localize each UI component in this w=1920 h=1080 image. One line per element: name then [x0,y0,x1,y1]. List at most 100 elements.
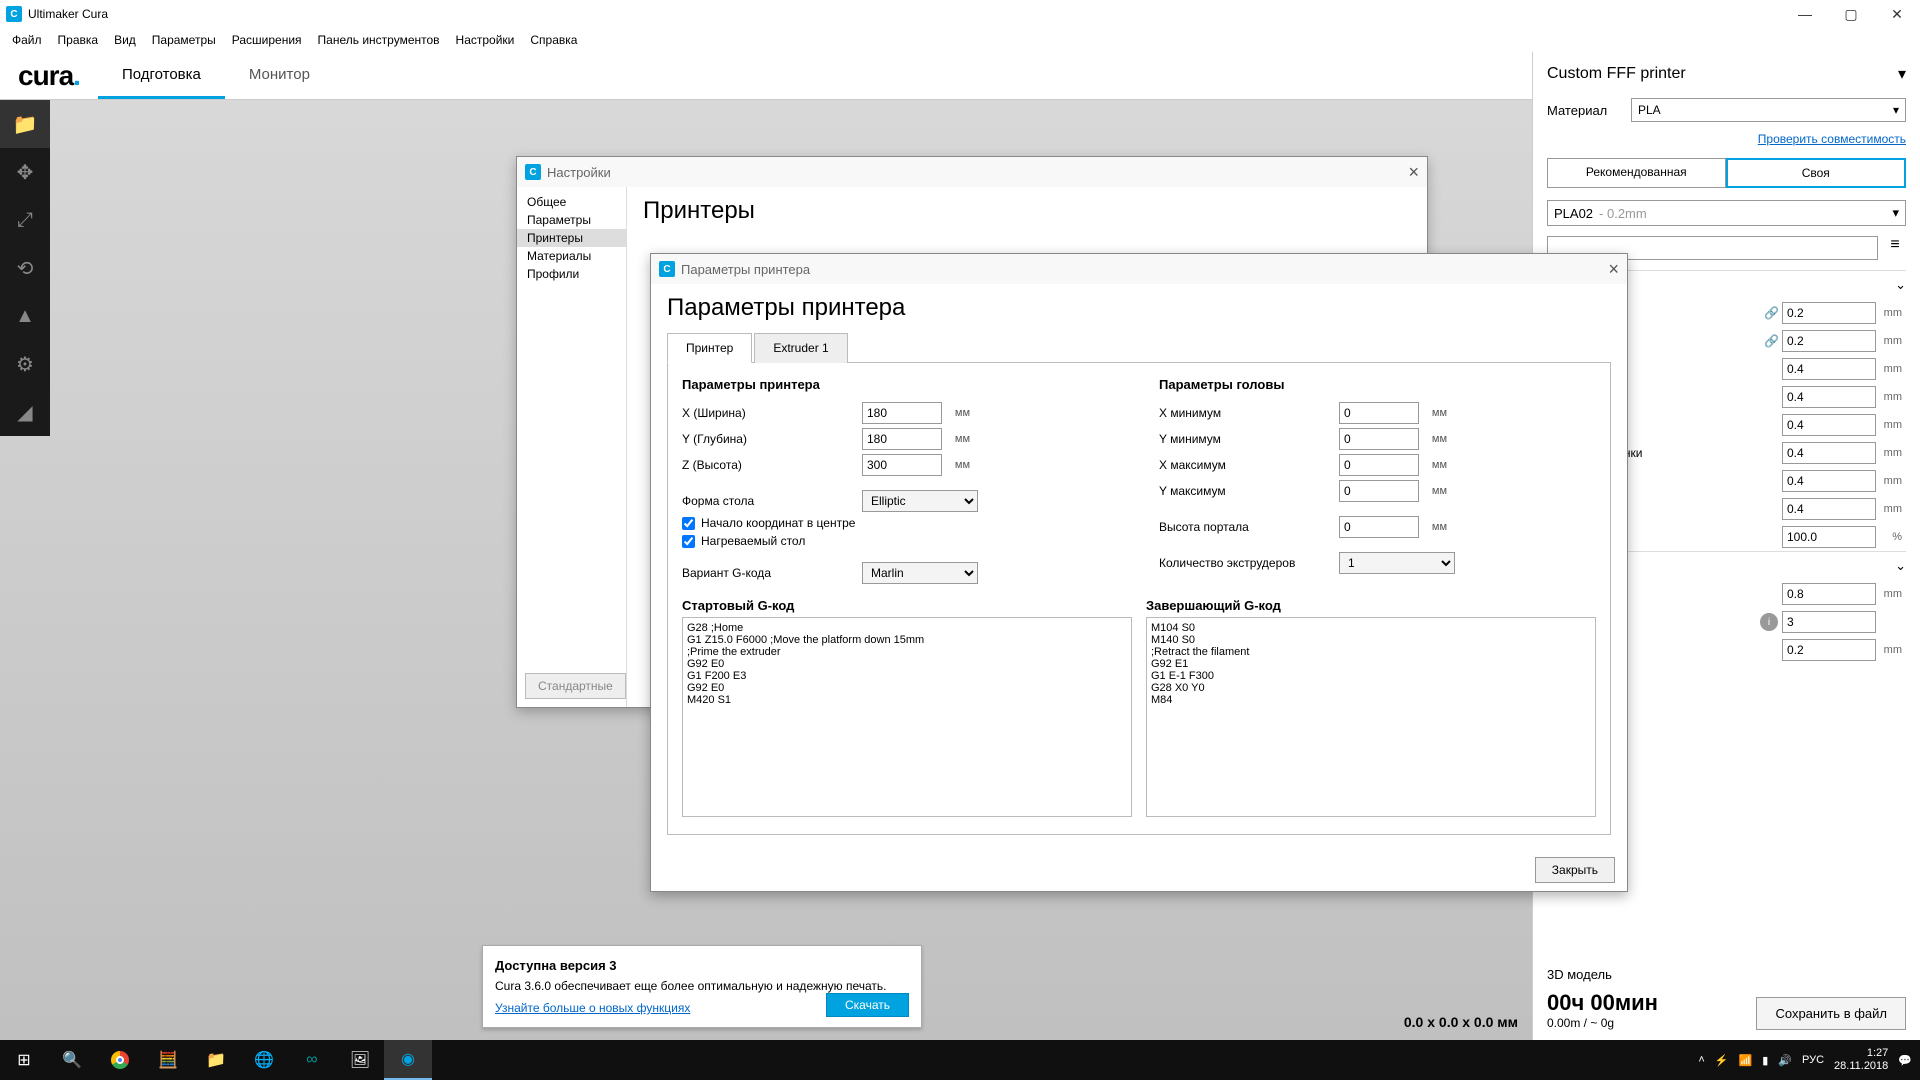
generate-label: 3D модель [1547,967,1906,982]
menu-file[interactable]: Файл [4,31,50,49]
calculator-icon[interactable]: 🧮 [144,1040,192,1080]
start-button[interactable]: ⊞ [0,1040,48,1080]
setting-input[interactable] [1782,330,1876,352]
setting-input[interactable] [1782,639,1876,661]
printhead-heading: Параметры головы [1159,377,1596,392]
maximize-icon[interactable]: ▢ [1828,0,1874,28]
gcode-flavor-select[interactable]: Marlin [862,562,978,584]
setting-input[interactable] [1782,414,1876,436]
tab-prepare[interactable]: Подготовка [98,52,225,99]
heated-bed-checkbox[interactable] [682,535,695,548]
end-gcode-textarea[interactable] [1146,617,1596,817]
left-toolbar: 📁 ✥ ⤢ ⟲ ▲ ⚙ ◢ [0,100,50,436]
pref-general[interactable]: Общее [517,193,626,211]
browser2-icon[interactable]: 🌐 [240,1040,288,1080]
pref-materials[interactable]: Материалы [517,247,626,265]
menu-toolbox[interactable]: Панель инструментов [310,31,448,49]
defaults-button[interactable]: Стандартные [525,673,626,699]
tab-custom[interactable]: Своя [1726,158,1907,188]
battery-icon[interactable]: ▮ [1762,1054,1768,1067]
setting-input[interactable] [1782,611,1876,633]
y-depth-input[interactable] [862,428,942,450]
extruder-count-select[interactable]: 1 [1339,552,1455,574]
pref-heading: Принтеры [643,197,1411,225]
power-icon[interactable]: ⚡ [1715,1054,1729,1067]
material-select[interactable]: PLA▾ [1631,98,1906,122]
tab-extruder1[interactable]: Extruder 1 [754,333,847,363]
setting-input[interactable] [1782,302,1876,324]
tray-up-icon[interactable]: ˄ [1698,1054,1704,1066]
start-gcode-label: Стартовый G-код [682,598,1132,613]
profile-select[interactable]: PLA02- 0.2mm▾ [1547,200,1906,226]
move-icon[interactable]: ✥ [0,148,50,196]
app-icon: C [6,6,22,22]
material-label: Материал [1547,103,1631,118]
scale-icon[interactable]: ⤢ [0,196,50,244]
start-gcode-textarea[interactable] [682,617,1132,817]
arduino-icon[interactable]: ∞ [288,1040,336,1080]
x-width-input[interactable] [862,402,942,424]
close-icon[interactable]: × [1408,162,1419,183]
pref-profiles[interactable]: Профили [517,265,626,283]
mirror-icon[interactable]: ▲ [0,292,50,340]
pref-settings[interactable]: Параметры [517,211,626,229]
print-time: 00ч 00мин [1547,990,1658,1016]
origin-center-checkbox[interactable] [682,517,695,530]
close-icon[interactable]: × [1608,259,1619,280]
chevron-down-icon[interactable]: ▾ [1898,64,1906,84]
setting-input[interactable] [1782,526,1876,548]
info-icon[interactable]: i [1760,613,1778,631]
notifications-icon[interactable]: 💬 [1898,1054,1912,1067]
support-icon[interactable]: ◢ [0,388,50,436]
menu-help[interactable]: Справка [522,31,585,49]
bed-shape-select[interactable]: Elliptic [862,490,978,512]
open-file-icon[interactable]: 📁 [0,100,50,148]
pref-printers[interactable]: Принтеры [517,229,626,247]
update-body: Cura 3.6.0 обеспечивает еще более оптима… [495,979,909,993]
setting-input[interactable] [1782,442,1876,464]
ymin-input[interactable] [1339,428,1419,450]
chrome-icon[interactable] [96,1040,144,1080]
explorer-icon[interactable]: 📁 [192,1040,240,1080]
menu-preferences[interactable]: Настройки [448,31,523,49]
setting-input[interactable] [1782,583,1876,605]
z-height-input[interactable] [862,454,942,476]
dialog-app-icon: C [525,164,541,180]
download-button[interactable]: Скачать [826,993,909,1017]
menu-settings[interactable]: Параметры [144,31,224,49]
gantry-input[interactable] [1339,516,1419,538]
cura-taskbar-icon[interactable]: ◉ [384,1040,432,1080]
update-title: Доступна версия 3 [495,958,909,973]
menu-icon[interactable]: ≡ [1884,236,1906,260]
setting-input[interactable] [1782,386,1876,408]
printer-params-heading: Параметры принтера [682,377,1119,392]
xmax-input[interactable] [1339,454,1419,476]
tab-printer[interactable]: Принтер [667,333,752,363]
check-compatibility-link[interactable]: Проверить совместимость [1547,132,1906,146]
search-icon[interactable]: 🔍 [48,1040,96,1080]
menu-edit[interactable]: Правка [50,31,107,49]
window-titlebar: C Ultimaker Cura — ▢ ✕ [0,0,1920,28]
rotate-icon[interactable]: ⟲ [0,244,50,292]
permodel-icon[interactable]: ⚙ [0,340,50,388]
setting-input[interactable] [1782,498,1876,520]
wifi-icon[interactable]: 📶 [1739,1054,1753,1067]
ymax-input[interactable] [1339,480,1419,502]
menu-extensions[interactable]: Расширения [224,31,310,49]
close-icon[interactable]: ✕ [1874,0,1920,28]
save-button[interactable]: Сохранить в файл [1756,997,1906,1030]
tab-monitor[interactable]: Монитор [225,52,334,99]
language-indicator[interactable]: РУС [1802,1054,1824,1066]
setting-input[interactable] [1782,470,1876,492]
setting-input[interactable] [1782,358,1876,380]
menu-view[interactable]: Вид [106,31,144,49]
minimize-icon[interactable]: — [1782,0,1828,28]
tab-recommended[interactable]: Рекомендованная [1547,158,1726,188]
update-details-link[interactable]: Узнайте больше о новых функциях [495,1001,690,1015]
taskbar: ⊞ 🔍 🧮 📁 🌐 ∞ 🖼 ◉ ˄ ⚡ 📶 ▮ 🔊 РУС 1:27 28.11… [0,1040,1920,1080]
clock[interactable]: 1:27 28.11.2018 [1834,1047,1888,1073]
xmin-input[interactable] [1339,402,1419,424]
close-button[interactable]: Закрыть [1535,857,1615,883]
photos-icon[interactable]: 🖼 [336,1040,384,1080]
volume-icon[interactable]: 🔊 [1778,1054,1792,1067]
